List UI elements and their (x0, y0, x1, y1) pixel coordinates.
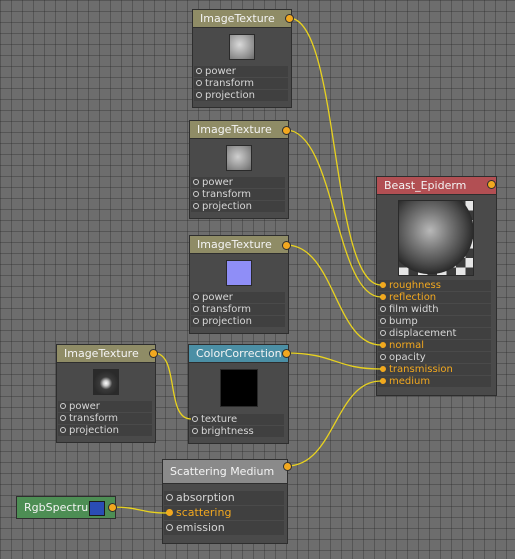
param-power[interactable]: power (191, 177, 285, 188)
node-title[interactable]: ImageTexture (193, 10, 291, 28)
port-icon[interactable] (380, 354, 386, 360)
node-title[interactable]: Beast_Epiderm (377, 177, 496, 195)
material-preview (398, 200, 474, 276)
output-port[interactable] (283, 462, 292, 471)
node-title[interactable]: ImageTexture (190, 236, 288, 254)
port-icon[interactable] (60, 427, 66, 433)
port-icon[interactable] (192, 416, 198, 422)
port-icon[interactable] (196, 68, 202, 74)
wire-tex4-texture (153, 352, 192, 420)
wire-rgb-scattering (111, 506, 168, 514)
param-transform[interactable]: transform (191, 189, 285, 200)
output-port[interactable] (282, 126, 291, 135)
texture-preview (93, 369, 119, 395)
port-icon[interactable] (380, 378, 386, 384)
output-port[interactable] (149, 349, 158, 358)
param-absorption[interactable]: absorption (164, 491, 284, 505)
port-icon[interactable] (380, 366, 386, 372)
material-node[interactable]: Beast_Epiderm roughness reflection film … (376, 176, 497, 396)
texture-preview (229, 34, 255, 60)
param-opacity[interactable]: opacity (378, 352, 491, 363)
node-title[interactable]: Scattering Medium (163, 460, 287, 484)
port-icon[interactable] (380, 306, 386, 312)
image-texture-node[interactable]: ImageTexture power transform projection (192, 9, 292, 108)
param-projection[interactable]: projection (191, 316, 285, 327)
output-port[interactable] (285, 14, 294, 23)
rgb-spectrum-node[interactable]: RgbSpectrum (16, 496, 116, 519)
param-roughness[interactable]: roughness (378, 280, 491, 291)
param-projection[interactable]: projection (194, 90, 288, 101)
image-texture-node[interactable]: ImageTexture power transform projection (56, 344, 156, 443)
node-title[interactable]: ImageTexture (190, 121, 288, 139)
param-projection[interactable]: projection (58, 425, 152, 436)
wire-scat-medium (286, 380, 382, 467)
param-film-width[interactable]: film width (378, 304, 491, 315)
port-icon[interactable] (193, 318, 199, 324)
wire-cc-transmission (285, 352, 382, 370)
param-normal[interactable]: normal (378, 340, 491, 351)
output-port[interactable] (282, 349, 291, 358)
port-icon[interactable] (380, 330, 386, 336)
port-icon[interactable] (196, 80, 202, 86)
port-icon[interactable] (166, 494, 173, 501)
port-icon[interactable] (166, 524, 173, 531)
image-texture-node[interactable]: ImageTexture power transform projection (189, 120, 289, 219)
texture-preview (226, 145, 252, 171)
port-icon[interactable] (196, 92, 202, 98)
param-transform[interactable]: transform (191, 304, 285, 315)
port-icon[interactable] (193, 294, 199, 300)
material-output-port[interactable] (487, 180, 496, 189)
port-icon[interactable] (380, 282, 386, 288)
node-title[interactable]: ColorCorrection (189, 345, 288, 363)
wire-tex1-roughness (288, 17, 382, 286)
wire-tex3-normal (285, 244, 382, 346)
param-power[interactable]: power (191, 292, 285, 303)
image-texture-node[interactable]: ImageTexture power transform projection (189, 235, 289, 334)
param-projection[interactable]: projection (191, 201, 285, 212)
param-displacement[interactable]: displacement (378, 328, 491, 339)
texture-preview (220, 369, 258, 407)
texture-preview (226, 260, 252, 286)
port-icon[interactable] (380, 342, 386, 348)
node-title[interactable]: ImageTexture (57, 345, 155, 363)
color-correction-node[interactable]: ColorCorrection texture brightness (188, 344, 289, 444)
port-icon[interactable] (193, 179, 199, 185)
output-port[interactable] (282, 241, 291, 250)
param-transform[interactable]: transform (194, 78, 288, 89)
param-brightness[interactable]: brightness (190, 426, 284, 437)
wire-tex2-reflection (285, 129, 382, 298)
port-icon[interactable] (380, 294, 386, 300)
color-swatch[interactable] (89, 501, 105, 516)
param-power[interactable]: power (194, 66, 288, 77)
param-transform[interactable]: transform (58, 413, 152, 424)
param-transmission[interactable]: transmission (378, 364, 491, 375)
port-icon[interactable] (60, 403, 66, 409)
port-icon[interactable] (380, 318, 386, 324)
node-graph-canvas[interactable]: ImageTexture power transform projection … (0, 0, 515, 559)
param-reflection[interactable]: reflection (378, 292, 491, 303)
scattering-medium-node[interactable]: Scattering Medium absorption scattering … (162, 459, 288, 544)
param-emission[interactable]: emission (164, 521, 284, 535)
port-icon[interactable] (60, 415, 66, 421)
param-medium[interactable]: medium (378, 376, 491, 387)
param-power[interactable]: power (58, 401, 152, 412)
output-port[interactable] (108, 503, 117, 512)
port-icon[interactable] (193, 191, 199, 197)
port-icon[interactable] (193, 203, 199, 209)
port-icon[interactable] (192, 428, 198, 434)
port-icon[interactable] (166, 509, 173, 516)
param-texture[interactable]: texture (190, 414, 284, 425)
param-scattering[interactable]: scattering (164, 506, 284, 520)
param-bump[interactable]: bump (378, 316, 491, 327)
port-icon[interactable] (193, 306, 199, 312)
